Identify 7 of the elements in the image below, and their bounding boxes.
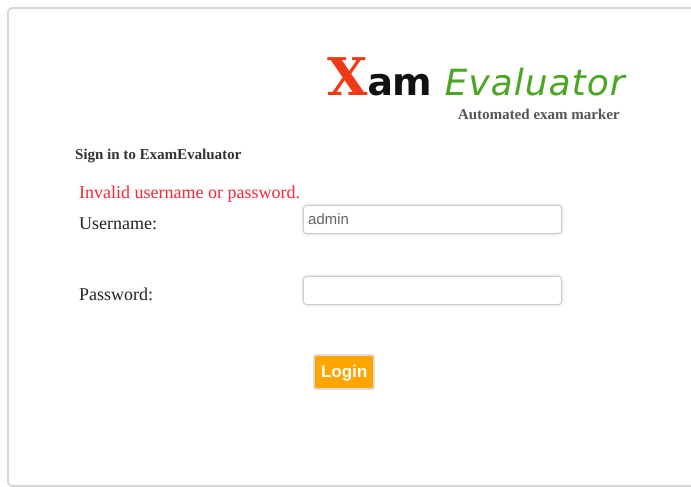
error-message: Invalid username or password.: [78, 182, 301, 203]
sign-in-heading: Sign in to ExamEvaluator: [75, 147, 242, 164]
username-field[interactable]: admin: [303, 205, 562, 234]
password-field[interactable]: [303, 276, 562, 305]
field-label: Username:: [79, 213, 158, 233]
field-label: Password:: [79, 284, 154, 304]
logo: Xam Evaluator Automated exam marker: [327, 47, 626, 122]
